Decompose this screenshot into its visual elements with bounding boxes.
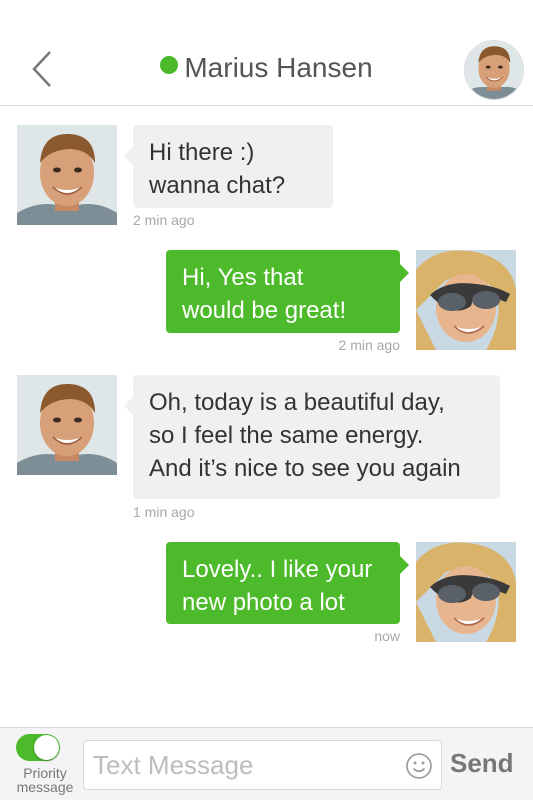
message-timestamp: 2 min ago xyxy=(133,212,195,228)
sender-avatar xyxy=(17,375,117,475)
contact-avatar[interactable] xyxy=(464,40,524,100)
message-text-line: wanna chat? xyxy=(149,172,286,199)
my-avatar xyxy=(416,542,516,642)
message-text-line: so I feel the same energy. xyxy=(149,422,424,449)
message-text-line: And it’s nice to see you again xyxy=(149,455,461,482)
message-text-line: new photo a lot xyxy=(182,589,345,616)
priority-label: Priority message xyxy=(16,765,74,795)
message-text-line: would be great! xyxy=(182,297,347,324)
sender-avatar xyxy=(17,125,117,225)
message-bubble-incoming: Oh, today is a beautiful day, so I feel … xyxy=(124,375,500,499)
message-text-line: Lovely.. I like your xyxy=(182,556,373,583)
message-bubble-incoming: Hi there :) wanna chat? xyxy=(124,125,333,208)
my-avatar xyxy=(416,250,516,350)
message-text-line: Oh, today is a beautiful day, xyxy=(149,389,445,416)
message-input[interactable] xyxy=(84,741,394,789)
message-text-line: Hi, Yes that xyxy=(182,264,304,291)
chat-title: Marius Hansen xyxy=(0,52,533,84)
priority-toggle[interactable] xyxy=(16,734,60,761)
message-timestamp: 1 min ago xyxy=(133,504,195,520)
message-text-line: Hi there :) xyxy=(149,139,255,166)
toggle-knob xyxy=(34,735,59,760)
message-timestamp: now xyxy=(374,628,400,644)
message-input-box xyxy=(83,740,442,790)
contact-name: Marius Hansen xyxy=(184,52,373,83)
smiley-icon[interactable] xyxy=(405,752,433,780)
online-status-dot xyxy=(160,56,179,74)
message-timestamp: 2 min ago xyxy=(338,337,400,353)
message-bubble-outgoing: Hi, Yes that would be great! xyxy=(166,250,409,333)
send-button[interactable]: Send xyxy=(450,748,514,779)
message-bubble-outgoing: Lovely.. I like your new photo a lot xyxy=(166,542,409,624)
